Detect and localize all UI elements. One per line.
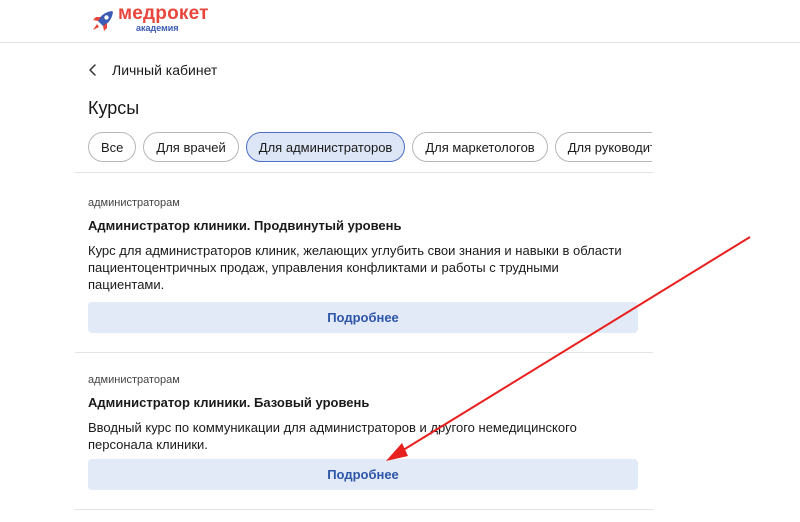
rocket-logo-icon (93, 11, 113, 31)
chevron-left-icon (89, 64, 96, 76)
tab-administrators[interactable]: Для администраторов (245, 132, 406, 162)
divider (75, 352, 653, 353)
back-link-label: Личный кабинет (112, 62, 218, 78)
course-details-button[interactable]: Подробнее (88, 459, 638, 490)
course-title: Администратор клиники. Базовый уровень (88, 395, 370, 410)
tab-all[interactable]: Все (88, 132, 137, 162)
page-title: Курсы (88, 98, 140, 118)
back-link[interactable]: Личный кабинет (88, 60, 217, 80)
brand-subtitle: академия (136, 23, 179, 33)
course-description: Вводный курс по коммуникации для админис… (88, 420, 577, 452)
course-card: администраторам Администратор клиники. П… (88, 197, 638, 333)
course-title: Администратор клиники. Продвинутый урове… (88, 218, 402, 233)
tab-marketers[interactable]: Для маркетологов (412, 132, 548, 162)
course-tag: администраторам (88, 197, 180, 209)
tab-doctors[interactable]: Для врачей (143, 132, 239, 162)
tab-managers[interactable]: Для руководителей (554, 132, 652, 162)
brand-logo[interactable]: медрокет академия (90, 4, 209, 36)
divider (75, 172, 653, 173)
category-tabs: Все Для врачей Для администраторов Для м… (88, 132, 652, 166)
course-details-button[interactable]: Подробнее (88, 302, 638, 333)
brand-name: медрокет (118, 3, 209, 24)
divider (75, 509, 653, 510)
site-header: медрокет академия (0, 0, 800, 43)
course-tag: администраторам (88, 374, 180, 386)
course-card: администраторам Администратор клиники. Б… (88, 374, 638, 490)
course-description: Курс для администраторов клиник, желающи… (88, 243, 622, 292)
